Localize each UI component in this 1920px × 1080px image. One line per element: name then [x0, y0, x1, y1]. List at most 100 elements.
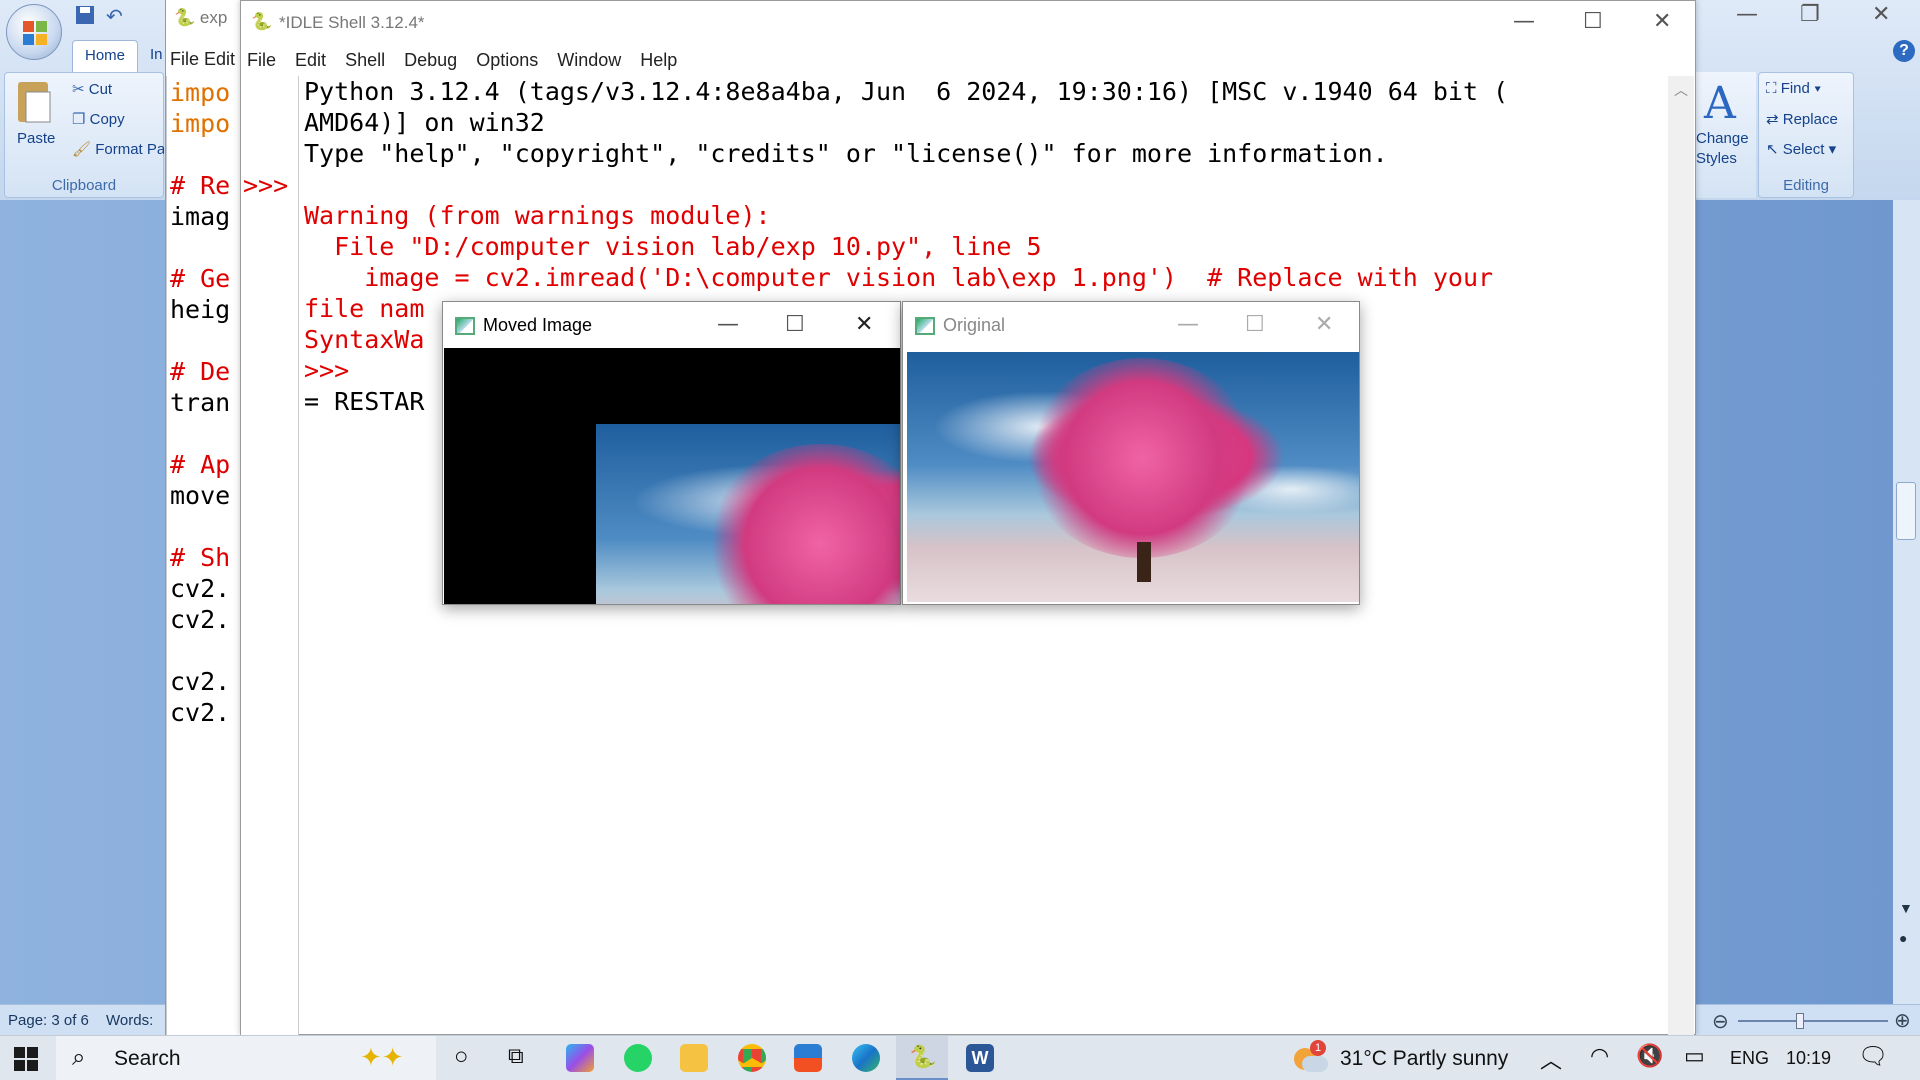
taskbar-idle-button[interactable]: 🐍: [896, 1036, 948, 1080]
cortana-icon[interactable]: ○: [454, 1043, 469, 1071]
format-painter-label: Format Pa: [95, 141, 164, 158]
cut-label: Cut: [88, 81, 113, 98]
editor-code-line: # Ap: [170, 450, 231, 479]
microsoft-store-icon[interactable]: [794, 1044, 822, 1072]
edge-icon[interactable]: [852, 1044, 880, 1072]
menu-file[interactable]: File: [247, 50, 276, 70]
original-tree-image: [907, 352, 1359, 602]
volume-muted-icon[interactable]: 🔇: [1636, 1043, 1663, 1069]
zoom-out-icon[interactable]: ⊖: [1712, 1009, 1729, 1034]
taskbar-search-box[interactable]: ⌕ Search ✦✦: [56, 1036, 436, 1080]
windows-start-icon[interactable]: [14, 1047, 38, 1071]
editor-menu-file[interactable]: File: [170, 49, 199, 69]
word-minimize-button[interactable]: —: [1736, 2, 1758, 27]
save-icon[interactable]: [74, 4, 96, 26]
paste-button[interactable]: Paste: [17, 130, 55, 147]
idle-scrollbar[interactable]: ︿: [1668, 76, 1694, 1036]
change-styles-label-2: Styles: [1696, 150, 1737, 167]
copilot-sparkle-icon: ✦✦: [360, 1042, 404, 1072]
editor-title: 🐍 exp: [174, 8, 227, 28]
word-close-button[interactable]: ✕: [1872, 2, 1890, 27]
word-app-icon[interactable]: W: [966, 1044, 994, 1072]
word-count[interactable]: Words:: [106, 1012, 153, 1029]
editor-code-line: [170, 511, 246, 542]
cursor-icon: ↖: [1766, 141, 1779, 158]
undo-icon[interactable]: ↶: [106, 4, 123, 29]
editor-code-line: [170, 139, 246, 170]
word-restore-button[interactable]: ❐: [1800, 2, 1820, 27]
editor-code-line: [170, 325, 246, 356]
scroll-thumb[interactable]: [1896, 482, 1916, 540]
original-minimize-button[interactable]: —: [1177, 302, 1199, 348]
idle-close-button[interactable]: ✕: [1653, 9, 1671, 34]
copy-button[interactable]: ❐ Copy: [72, 110, 125, 128]
change-styles-button[interactable]: A Change Styles: [1692, 72, 1756, 198]
file-explorer-icon[interactable]: [680, 1044, 708, 1072]
clock[interactable]: 10:19: [1786, 1048, 1831, 1069]
editor-code-line: tran: [170, 388, 231, 417]
idle-title-bar: 🐍 *IDLE Shell 3.12.4* — ☐ ✕: [241, 1, 1695, 46]
task-view-icon[interactable]: ⧉: [508, 1043, 524, 1069]
chrome-icon[interactable]: [738, 1044, 766, 1072]
whatsapp-icon[interactable]: [624, 1044, 652, 1072]
image-window-icon: [915, 317, 935, 336]
editor-menu-edit[interactable]: Edit: [204, 49, 235, 69]
binoculars-icon: ⛶: [1766, 80, 1777, 97]
editor-code[interactable]: impo impo # Re imag # Ge heig # De tran # Ap move…: [170, 77, 246, 728]
browse-object-icon[interactable]: ●: [1899, 930, 1907, 946]
help-icon[interactable]: ?: [1893, 40, 1915, 62]
menu-options[interactable]: Options: [476, 50, 538, 70]
menu-help[interactable]: Help: [640, 50, 677, 70]
page-count[interactable]: Page: 3 of 6: [8, 1012, 89, 1029]
wifi-icon[interactable]: ◠: [1590, 1043, 1609, 1069]
tab-insert[interactable]: In: [150, 46, 163, 63]
cut-button[interactable]: ✂ Cut: [72, 80, 112, 98]
shell-prompt-gutter: >>>: [241, 76, 299, 1036]
menu-shell[interactable]: Shell: [345, 50, 385, 70]
format-painter-button[interactable]: 🖌 Format Pa: [72, 140, 164, 158]
select-button[interactable]: ↖ Select ▾: [1766, 140, 1836, 158]
menu-window[interactable]: Window: [557, 50, 621, 70]
shell-line: AMD64)] on win32: [304, 108, 545, 137]
copilot-app-icon[interactable]: [566, 1044, 594, 1072]
scroll-up-icon[interactable]: ︿: [1674, 80, 1688, 100]
zoom-in-icon[interactable]: ⊕: [1894, 1008, 1911, 1033]
show-hidden-icons-chevron-icon[interactable]: ︿: [1540, 1043, 1562, 1075]
search-placeholder: Search: [114, 1047, 181, 1070]
taskbar: ⌕ Search ✦✦ ○ ⧉ 🐍 W 1 31°C Partly sunny …: [0, 1035, 1920, 1080]
moved-close-button[interactable]: ✕: [855, 302, 873, 348]
replace-button[interactable]: ⇄ Replace: [1766, 110, 1838, 128]
idle-minimize-button[interactable]: —: [1513, 9, 1535, 34]
moved-tree-image: [596, 424, 900, 604]
zoom-slider[interactable]: ⊖: [1712, 1009, 1892, 1034]
notification-center-icon[interactable]: 🗨: [1858, 1042, 1888, 1071]
original-maximize-button[interactable]: ☐: [1245, 302, 1265, 348]
moved-minimize-button[interactable]: —: [717, 302, 739, 348]
menu-edit[interactable]: Edit: [295, 50, 326, 70]
python-idle-icon: 🐍: [909, 1044, 937, 1069]
paste-icon[interactable]: [14, 78, 54, 126]
language-indicator[interactable]: ENG: [1730, 1048, 1769, 1069]
tab-home[interactable]: Home: [72, 40, 138, 72]
find-button[interactable]: ⛶ Find ▾: [1766, 80, 1821, 97]
moved-maximize-button[interactable]: ☐: [785, 302, 805, 348]
word-vertical-scrollbar[interactable]: ▼ ●: [1893, 200, 1920, 1005]
battery-icon[interactable]: ▭: [1684, 1043, 1705, 1069]
office-button[interactable]: [6, 4, 62, 60]
editor-code-line: # Sh: [170, 543, 231, 572]
editor-code-line: # Re: [170, 171, 231, 200]
editor-code-line: cv2.: [170, 605, 231, 634]
change-styles-icon: A: [1704, 78, 1736, 129]
python-file-icon: 🐍: [174, 8, 196, 27]
editor-code-line: # Ge: [170, 264, 231, 293]
original-close-button[interactable]: ✕: [1315, 302, 1333, 348]
weather-text[interactable]: 31°C Partly sunny: [1340, 1047, 1508, 1071]
moved-image-canvas: [444, 348, 900, 604]
scroll-down-arrow-icon[interactable]: ▼: [1899, 900, 1913, 916]
editor-code-line: [170, 635, 246, 666]
editor-code-line: move: [170, 481, 231, 510]
weather-icon[interactable]: 1: [1292, 1040, 1328, 1074]
menu-debug[interactable]: Debug: [404, 50, 457, 70]
idle-maximize-button[interactable]: ☐: [1583, 9, 1603, 34]
